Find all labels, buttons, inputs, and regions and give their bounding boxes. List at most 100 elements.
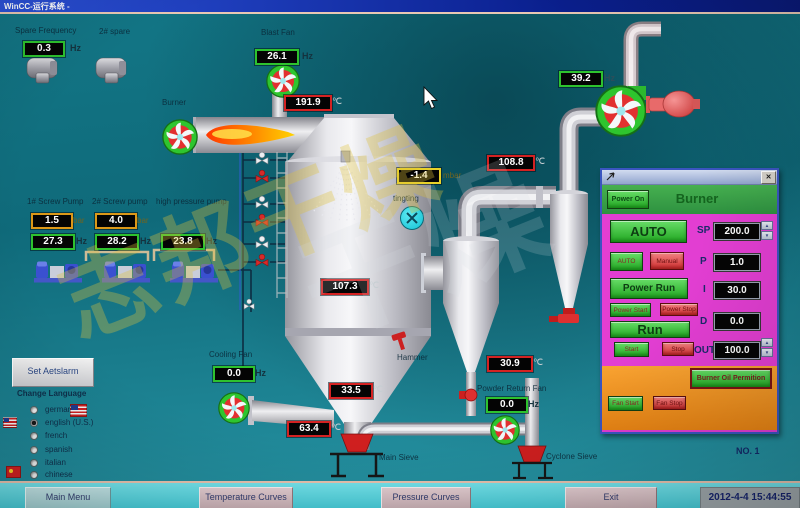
panel-arrow-icon: [605, 171, 616, 182]
language-option-french[interactable]: french: [30, 430, 67, 441]
language-option-spanish[interactable]: spanish: [30, 444, 73, 455]
powder-return-fan-icon: [491, 416, 520, 445]
power-run-button[interactable]: Power Run: [610, 278, 688, 299]
set-alarm-button[interactable]: Set Aetslarm: [12, 358, 94, 387]
pressure-curves-button[interactable]: Pressure Curves: [381, 487, 471, 508]
power-stop-button[interactable]: Power Stop: [660, 303, 698, 316]
burner-oil-permission-button[interactable]: Burner Oil Permition: [690, 368, 772, 389]
change-language-header: Change Language: [17, 389, 86, 398]
sp-spinner-down[interactable]: ▼: [761, 231, 773, 240]
radio-chinese[interactable]: [30, 471, 38, 479]
pump2-freq-unit: Hz: [140, 236, 151, 246]
cooling-fan-label: Cooling Fan: [209, 350, 252, 359]
red-blower-icon: [646, 91, 700, 117]
panel-orange-section: Burner Oil Permition Fan Start Fan Stop: [602, 366, 777, 430]
pump1-pressure-readout: 1.5: [31, 213, 73, 229]
radio-german[interactable]: [30, 406, 38, 414]
us-flag-icon: [70, 404, 87, 417]
pump1-freq-readout: 27.3: [31, 234, 75, 250]
cyclone-2: [549, 190, 588, 323]
sp-label: SP: [697, 225, 710, 236]
cone-temp1-readout: 33.5: [329, 383, 373, 399]
tower-vacuum-readout: -1.4: [397, 168, 441, 184]
spare2-label: 2# spare: [99, 27, 130, 36]
i-value-field[interactable]: 30.0: [714, 282, 760, 299]
tower-outlet-temp-readout: 107.3: [321, 279, 369, 295]
d-label: D: [700, 316, 707, 327]
idfan-freq-readout: 39.2: [559, 71, 603, 87]
sp-spinner-up[interactable]: ▲: [761, 221, 773, 230]
power-start-button[interactable]: Power Start: [610, 303, 651, 317]
bottom-navigation-bar: Main Menu Temperature Curves Pressure Cu…: [0, 481, 800, 508]
cooling-fan-freq-readout: 0.0: [213, 366, 255, 382]
blast-fan-label: Blast Fan: [261, 28, 295, 37]
cone-temp2-readout: 63.4: [287, 421, 331, 437]
hammer-label: Hammer: [397, 353, 428, 362]
cyclone-cone-temp-unit: ℃: [533, 357, 543, 368]
auto-small-button[interactable]: AUTO: [610, 252, 643, 271]
radio-spanish[interactable]: [30, 446, 38, 454]
scada-screen: WinCC-运行系统 -: [0, 0, 800, 508]
language-option-chinese[interactable]: chinese: [30, 469, 73, 480]
pump3-freq-unit: Hz: [206, 236, 217, 246]
cone-temp2-unit: ℃: [331, 422, 341, 433]
d-value-field[interactable]: 0.0: [714, 313, 760, 330]
language-option-german[interactable]: german: [30, 404, 72, 415]
cone-temp1-unit: ℃: [373, 384, 383, 395]
manual-button[interactable]: Manual: [650, 252, 684, 270]
mouse-cursor: [424, 87, 437, 109]
inlet-temp-unit: ℃: [332, 96, 342, 107]
fan-stop-button[interactable]: Fan Stop: [653, 396, 686, 410]
powder-return-fan-label: Powder Return Fan: [477, 384, 546, 393]
pump3-freq-readout: 23.8: [161, 234, 205, 250]
radio-french[interactable]: [30, 432, 38, 440]
out-spinner: ▲ ▼: [761, 338, 773, 358]
exit-button[interactable]: Exit: [565, 487, 657, 508]
fan-start-button[interactable]: Fan Start: [608, 396, 643, 411]
temperature-curves-button[interactable]: Temperature Curves: [199, 487, 293, 508]
pump1-pressure-unit: bar: [73, 216, 85, 225]
sp-value-field[interactable]: 200.0: [714, 223, 760, 240]
powder-return-fan-freq-unit: Hz: [528, 399, 539, 409]
cyclone-sieve-label: Cyclone Sieve: [546, 452, 597, 461]
cyclone1-rotary-valve: [459, 389, 477, 401]
language-label: spanish: [45, 445, 73, 454]
main-sieve-label: Main Sieve: [379, 453, 419, 462]
burner-control-panel: ✕ Power On Burner AUTO SP 200.0 ▲ ▼ AUTO…: [600, 168, 779, 434]
main-menu-button[interactable]: Main Menu: [25, 487, 111, 508]
cyclone-sieve-discharge: [512, 446, 553, 478]
out-spinner-up[interactable]: ▲: [761, 338, 773, 347]
pump-pipes: [86, 250, 214, 261]
language-label: chinese: [45, 470, 73, 479]
spare-frequency-unit: Hz: [70, 43, 81, 53]
i-label: I: [703, 284, 706, 295]
high-pressure-pump-icon: [170, 262, 218, 283]
radio-english[interactable]: [30, 419, 38, 427]
tower-to-cyclone-pipe: [424, 256, 446, 290]
tower-vacuum-unit: mbar: [443, 171, 461, 180]
us-flag-small-icon: [3, 417, 17, 428]
language-option-italian[interactable]: italian: [30, 457, 66, 468]
spare-motor-2-icon: [96, 58, 126, 83]
radio-italian[interactable]: [30, 459, 38, 467]
run-button[interactable]: Run: [610, 321, 690, 338]
pump2-pressure-readout: 4.0: [95, 213, 137, 229]
out-spinner-down[interactable]: ▼: [761, 348, 773, 357]
screw-pump-2-icon: [102, 262, 150, 283]
language-label: italian: [45, 458, 66, 467]
screen-number-label: NO. 1: [736, 446, 760, 456]
cyclone-inlet-temp-unit: ℃: [535, 156, 545, 167]
panel-close-button[interactable]: ✕: [761, 171, 776, 184]
panel-titlebar[interactable]: ✕: [602, 170, 777, 185]
p-value-field[interactable]: 1.0: [714, 254, 760, 271]
valve-manifold-lines: [218, 150, 286, 376]
spare-frequency-label: Spare Frequency: [15, 26, 76, 35]
out-value-field[interactable]: 100.0: [714, 342, 760, 359]
datetime-display: 2012-4-4 15:44:55: [700, 487, 800, 508]
language-option-english[interactable]: english (U.S.): [30, 417, 93, 428]
language-label: english (U.S.): [45, 418, 93, 427]
china-flag-icon: [6, 466, 21, 478]
auto-mode-button[interactable]: AUTO: [610, 220, 687, 243]
start-button[interactable]: Start: [614, 342, 649, 357]
stop-button[interactable]: Stop: [662, 342, 694, 356]
